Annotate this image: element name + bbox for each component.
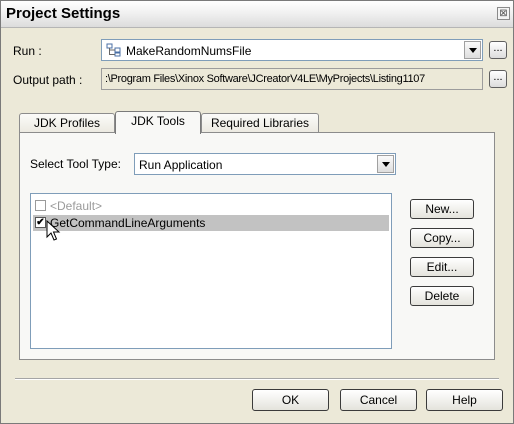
ok-button[interactable]: OK bbox=[252, 389, 329, 411]
list-item[interactable]: ✔ GetCommandLineArguments bbox=[33, 215, 389, 231]
tools-list[interactable]: <Default> ✔ GetCommandLineArguments bbox=[30, 193, 392, 349]
list-item[interactable]: <Default> bbox=[33, 198, 389, 214]
chevron-down-icon[interactable] bbox=[377, 155, 394, 173]
run-value: MakeRandomNumsFile bbox=[126, 44, 252, 58]
run-browse-button[interactable]: ... bbox=[489, 41, 507, 59]
output-path-label: Output path : bbox=[13, 73, 83, 87]
tool-type-label: Select Tool Type: bbox=[30, 157, 121, 171]
list-item-label: <Default> bbox=[50, 199, 103, 213]
title-bar[interactable]: Project Settings ⊠ bbox=[1, 1, 513, 28]
output-path-field[interactable]: :\Program Files\Xinox Software\JCreatorV… bbox=[101, 68, 483, 90]
edit-button[interactable]: Edit... bbox=[410, 257, 474, 277]
tab-jdk-profiles[interactable]: JDK Profiles bbox=[19, 113, 115, 133]
tab-required-libraries[interactable]: Required Libraries bbox=[201, 113, 319, 133]
help-button[interactable]: Help bbox=[426, 389, 503, 411]
run-label: Run : bbox=[13, 44, 42, 58]
check-icon[interactable]: ✔ bbox=[35, 217, 46, 228]
copy-button[interactable]: Copy... bbox=[410, 228, 474, 248]
output-path-value: :\Program Files\Xinox Software\JCreatorV… bbox=[105, 73, 425, 85]
default-checkbox[interactable] bbox=[35, 200, 46, 211]
new-button[interactable]: New... bbox=[410, 199, 474, 219]
dialog-title: Project Settings bbox=[6, 5, 121, 22]
close-icon[interactable]: ⊠ bbox=[497, 7, 510, 20]
tab-jdk-tools[interactable]: JDK Tools bbox=[115, 111, 201, 134]
tool-type-value: Run Application bbox=[139, 158, 223, 172]
project-tree-icon bbox=[106, 43, 122, 57]
tool-type-combobox[interactable]: Run Application bbox=[134, 153, 396, 175]
delete-button[interactable]: Delete bbox=[410, 286, 474, 306]
jdk-tools-panel: Select Tool Type: Run Application <Defau… bbox=[19, 132, 495, 360]
run-combobox[interactable]: MakeRandomNumsFile bbox=[101, 39, 483, 61]
mouse-cursor-icon bbox=[46, 219, 62, 242]
list-item-label: GetCommandLineArguments bbox=[50, 216, 206, 230]
cancel-button[interactable]: Cancel bbox=[340, 389, 417, 411]
chevron-down-icon[interactable] bbox=[464, 41, 481, 59]
output-browse-button[interactable]: ... bbox=[489, 70, 507, 88]
footer-divider bbox=[15, 378, 499, 380]
project-settings-dialog: Project Settings ⊠ Run : MakeRandomNumsF… bbox=[0, 0, 514, 424]
